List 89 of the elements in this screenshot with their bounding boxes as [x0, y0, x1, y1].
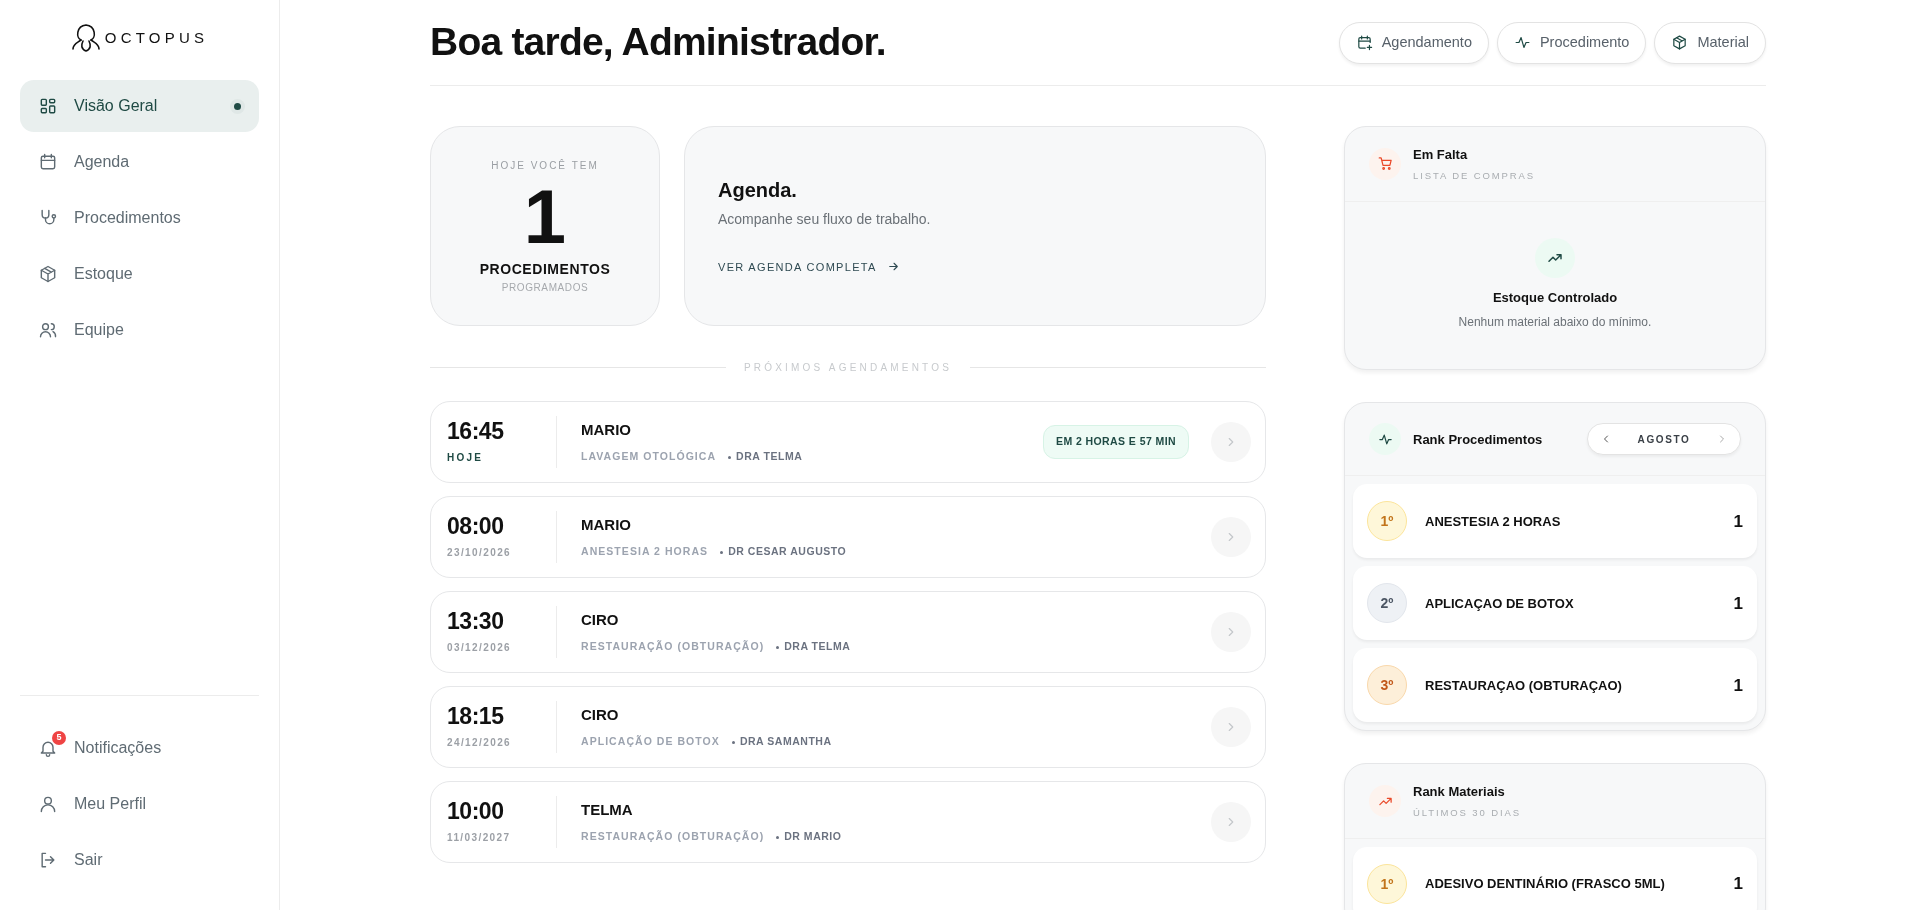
appointment-date: HOJE: [447, 450, 485, 465]
active-dot: [234, 102, 241, 110]
open-appointment-button[interactable]: [1211, 517, 1251, 557]
card-title: Rank Materiais: [1413, 783, 1506, 802]
card-title: Em Falta: [1413, 146, 1469, 164]
calendar-icon: [38, 152, 58, 172]
rank-position: 1º: [1367, 864, 1407, 904]
rank-name: RESTAURAÇAO (OBTURAÇAO): [1425, 676, 1622, 695]
patient-name: MARIO: [581, 514, 632, 535]
box-icon: [1671, 34, 1689, 51]
appointment-card[interactable]: 08:00 23/10/2026 MARIO ANESTESIA 2 HORAS DR CESAR AUGUSTO: [430, 496, 1266, 578]
rank-position: 2º: [1367, 583, 1407, 624]
appointment-card[interactable]: 10:00 11/03/2027 TELMA RESTAURAÇÃO (OBTURAÇÃO) DR MARIO: [430, 781, 1266, 863]
rank-count: 1: [1733, 674, 1743, 697]
grid-icon: [38, 96, 58, 116]
section-heading: PRÓXIMOS AGENDAMENTOS: [743, 360, 953, 375]
card-subtitle: ÚLTIMOS 30 DIAS: [1413, 805, 1522, 820]
sidebar-item[interactable]: Agenda: [20, 136, 259, 188]
notification-badge: 5: [52, 731, 66, 745]
month-label: AGOSTO: [1637, 432, 1691, 447]
quick-action-button[interactable]: Procedimento: [1496, 21, 1647, 64]
countdown-badge: EM 2 HORAS E 57 MIN: [1043, 425, 1189, 459]
open-appointment-button[interactable]: [1211, 707, 1251, 747]
appointment-date: 11/03/2027: [447, 830, 512, 845]
logo-text: OCTOPUS: [104, 27, 209, 48]
doctor-name: DRA TELMA: [776, 639, 851, 656]
card-subtitle: LISTA DE COMPRAS: [1413, 168, 1536, 183]
sidebar-item[interactable]: Meu Perfil: [20, 778, 259, 830]
user-icon: [38, 794, 58, 814]
rank-position: 3º: [1367, 665, 1407, 706]
procedure-name: APLICAÇÃO DE BOTOX: [581, 734, 720, 750]
appointment-date: 24/12/2026: [447, 735, 513, 750]
summary-sublabel: PROGRAMADOS: [501, 280, 589, 295]
rank-count: 1: [1733, 592, 1743, 615]
sidebar-item[interactable]: 5 Notificações: [20, 722, 259, 774]
procedure-count: 1: [523, 178, 567, 255]
rank-name: ADESIVO DENTINÁRIO (FRASCO 5ML): [1425, 875, 1665, 894]
greeting-heading: Boa tarde, Administrador.: [430, 19, 886, 66]
pulse-icon: [1513, 34, 1531, 51]
procedure-name: LAVAGEM OTOLÓGICA: [581, 449, 717, 465]
doctor-name: DRA TELMA: [728, 449, 803, 466]
agenda-text: Acompanhe seu fluxo de trabalho.: [718, 209, 932, 229]
appointment-card[interactable]: 18:15 24/12/2026 CIRO APLICAÇÃO DE BOTOX DRA SAMANTHA: [430, 686, 1266, 768]
sidebar-item[interactable]: Estoque: [20, 248, 259, 300]
open-appointment-button[interactable]: [1211, 612, 1251, 652]
summary-eyebrow: HOJE VOCÊ TEM: [491, 158, 599, 173]
cart-icon: [1377, 156, 1393, 172]
sidebar-item[interactable]: Equipe: [20, 304, 259, 356]
appointment-time: 18:15: [447, 704, 505, 730]
procedure-name: RESTAURAÇÃO (OBTURAÇÃO): [581, 829, 765, 845]
agenda-title: Agenda.: [718, 177, 798, 203]
appointment-time: 08:00: [447, 514, 505, 540]
appointment-time: 10:00: [447, 799, 505, 825]
stethoscope-icon: [38, 208, 58, 228]
appointment-date: 23/10/2026: [447, 545, 513, 560]
patient-name: MARIO: [581, 419, 632, 440]
card-title: Rank Procedimentos: [1413, 430, 1543, 449]
users-icon: [38, 320, 58, 340]
doctor-name: DR CESAR AUGUSTO: [720, 544, 847, 561]
sidebar-item[interactable]: Procedimentos: [20, 192, 259, 244]
rank-position: 1º: [1367, 501, 1407, 542]
procedure-name: RESTAURAÇÃO (OBTURAÇÃO): [581, 639, 765, 655]
open-appointment-button[interactable]: [1211, 802, 1251, 842]
patient-name: CIRO: [581, 704, 620, 725]
appointment-card[interactable]: 16:45 HOJE MARIO LAVAGEM OTOLÓGICA DRA TELMA EM 2 HORAS E 57 MIN: [430, 401, 1266, 483]
summary-label: PROCEDIMENTOS: [479, 259, 611, 279]
doctor-name: DR MARIO: [776, 829, 842, 846]
rank-count: 1: [1733, 510, 1743, 533]
rank-name: APLICAÇAO DE BOTOX: [1425, 594, 1574, 613]
agenda-link[interactable]: VER AGENDA COMPLETA: [718, 258, 900, 275]
rank-name: ANESTESIA 2 HORAS: [1425, 512, 1561, 531]
quick-action-button[interactable]: Material: [1654, 21, 1766, 64]
empty-title: Estoque Controlado: [1492, 288, 1618, 307]
patient-name: TELMA: [581, 799, 634, 820]
rank-count: 1: [1733, 873, 1743, 896]
appointment-card[interactable]: 13:30 03/12/2026 CIRO RESTAURAÇÃO (OBTURAÇÃO) DRA TELMA: [430, 591, 1266, 673]
appointment-date: 03/12/2026: [447, 640, 513, 655]
open-appointment-button[interactable]: [1211, 422, 1251, 462]
patient-name: CIRO: [581, 609, 620, 630]
empty-text: Nenhum material abaixo do mínimo.: [1458, 314, 1652, 332]
appointment-time: 16:45: [447, 419, 505, 445]
sidebar-item[interactable]: Visão Geral: [20, 80, 259, 132]
sidebar-item[interactable]: Sair: [20, 834, 259, 886]
box-icon: [38, 264, 58, 284]
procedure-name: ANESTESIA 2 HORAS: [581, 544, 709, 560]
calendar-plus-icon: [1355, 34, 1373, 51]
doctor-name: DRA SAMANTHA: [731, 734, 832, 751]
quick-action-button[interactable]: Agendamento: [1338, 21, 1489, 64]
appointment-time: 13:30: [447, 609, 505, 635]
